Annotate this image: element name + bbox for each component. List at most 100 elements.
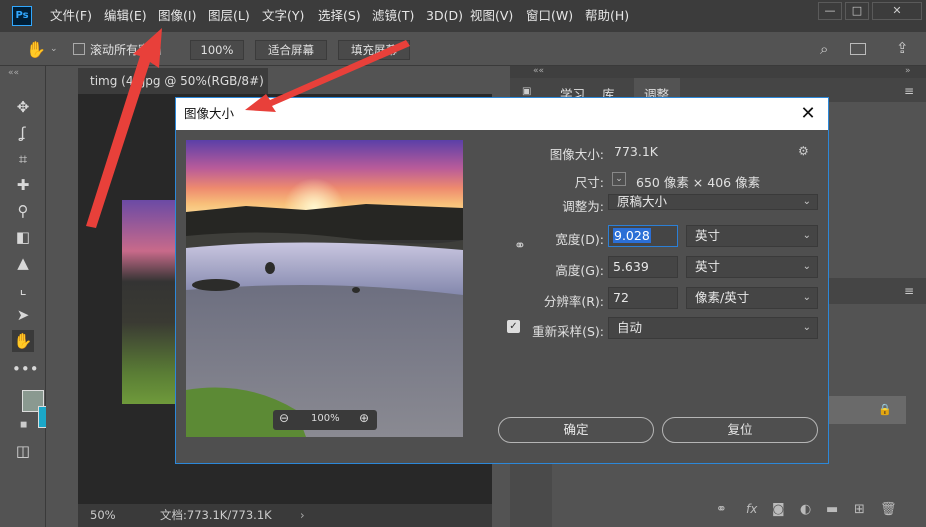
share-icon[interactable]: ⇪ (896, 39, 909, 57)
document-tab[interactable]: timg (4).jpg @ 50%(RGB/8#) ✕ (78, 68, 268, 114)
gear-icon[interactable]: ⚙ (798, 144, 809, 158)
menu-type[interactable]: 文字(Y) (262, 0, 304, 32)
quick-mask-icon[interactable]: ◫ (12, 440, 34, 462)
width-unit: 英寸 (695, 228, 721, 243)
doc-info: 文档:773.1K/773.1K (160, 508, 272, 522)
hand-tool-icon[interactable]: ✋ (12, 330, 34, 352)
menu-3d[interactable]: 3D(D) (426, 0, 463, 32)
image-preview[interactable] (186, 140, 463, 437)
collapse-icon[interactable]: «« (533, 66, 544, 76)
preview-zoom-value: 100% (311, 413, 340, 424)
resample-label: 重新采样(S): (532, 324, 604, 339)
collapse-icon[interactable]: «« (8, 68, 19, 78)
width-input[interactable]: 9.028 (608, 225, 678, 247)
dimensions-label: 尺寸: (574, 175, 604, 190)
healing-tool-icon[interactable]: ✚ (12, 174, 34, 196)
menu-view[interactable]: 视图(V) (470, 0, 513, 32)
panel-header-strip (510, 66, 926, 78)
menu-help[interactable]: 帮助(H) (585, 0, 629, 32)
adjustment-layer-icon[interactable]: ◐ (800, 502, 811, 517)
minimize-icon[interactable]: — (818, 2, 842, 20)
search-icon[interactable]: ⌕ (820, 40, 828, 58)
lasso-tool-icon[interactable]: ʆ (12, 122, 34, 144)
document-tab-title: timg (4).jpg @ 50%(RGB/8#) (90, 74, 264, 88)
pen-tool-icon[interactable]: ⌞ (12, 278, 34, 300)
chevron-down-icon: ⌄ (802, 196, 811, 207)
resample-select[interactable]: 自动 ⌄ (608, 317, 818, 339)
fit-screen-button[interactable]: 适合屏幕 (255, 40, 327, 60)
mask-icon[interactable]: ◙ (772, 502, 785, 517)
blur-tool-icon[interactable]: ▲ (12, 252, 34, 274)
maximize-icon[interactable]: □ (845, 2, 869, 20)
reset-button[interactable]: 复位 (662, 417, 818, 443)
panel-icon[interactable]: ▣ (522, 86, 531, 97)
width-unit-select[interactable]: 英寸 ⌄ (686, 225, 818, 247)
photoshop-logo-icon: Ps (12, 6, 32, 26)
menu-layer[interactable]: 图层(L) (208, 0, 250, 32)
preview-zoom-bar: ⊖ 100% ⊕ (273, 410, 377, 430)
fit-to-value: 原稿大小 (617, 194, 668, 209)
menu-filter[interactable]: 滤镜(T) (372, 0, 414, 32)
chevron-down-icon: ⌄ (802, 261, 811, 272)
zoom-100-button[interactable]: 100% (190, 40, 244, 60)
expand-icon[interactable]: » (905, 66, 911, 76)
menu-edit[interactable]: 编辑(E) (104, 0, 147, 32)
preview-image (186, 140, 463, 437)
image-size-value: 773.1K (614, 144, 658, 159)
folder-icon[interactable]: ▬ (826, 502, 838, 517)
trash-icon[interactable]: 🗑 (880, 502, 897, 517)
default-colors-icon[interactable]: ◼ (20, 420, 27, 430)
resolution-unit: 像素/英寸 (695, 290, 750, 305)
stamp-tool-icon[interactable]: ⚲ (12, 200, 34, 222)
resolution-input[interactable]: 72 (608, 287, 678, 309)
height-unit-select[interactable]: 英寸 ⌄ (686, 256, 818, 278)
panel-menu-icon[interactable]: ≡ (904, 284, 914, 298)
menu-file[interactable]: 文件(F) (50, 0, 92, 32)
resample-value: 自动 (617, 320, 643, 335)
chevron-down-icon: ⌄ (802, 322, 811, 333)
path-select-tool-icon[interactable]: ➤ (12, 304, 34, 326)
fill-screen-button[interactable]: 填充屏幕 (338, 40, 410, 60)
document-image (122, 200, 176, 404)
resolution-unit-select[interactable]: 像素/英寸 ⌄ (686, 287, 818, 309)
dimensions-dropdown-icon[interactable]: ⌄ (612, 172, 626, 186)
chevron-down-icon: ⌄ (802, 292, 811, 303)
hand-tool-icon[interactable]: ✋ (26, 40, 46, 59)
height-input[interactable]: 5.639 (608, 256, 678, 278)
fit-to-label: 调整为: (562, 199, 604, 214)
zoom-in-icon[interactable]: ⊕ (359, 411, 369, 425)
fit-to-select[interactable]: 原稿大小 ⌄ (608, 194, 818, 210)
menu-image[interactable]: 图像(I) (158, 0, 196, 32)
chevron-down-icon: ⌄ (802, 230, 811, 241)
close-window-icon[interactable]: ✕ (872, 2, 922, 20)
link-layers-icon[interactable]: ⚭ (716, 502, 727, 517)
fx-icon[interactable]: fx (746, 502, 757, 516)
zoom-out-icon[interactable]: ⊖ (279, 411, 289, 425)
move-tool-icon[interactable]: ✥ (12, 96, 34, 118)
dimensions-value: 650 像素 × 406 像素 (636, 175, 761, 190)
ok-button[interactable]: 确定 (498, 417, 654, 443)
width-value: 9.028 (613, 228, 651, 243)
width-label: 宽度(D): (555, 232, 604, 247)
eraser-tool-icon[interactable]: ◧ (12, 226, 34, 248)
chevron-right-icon[interactable]: › (300, 504, 305, 527)
menu-window[interactable]: 窗口(W) (526, 0, 573, 32)
new-layer-icon[interactable]: ⊞ (854, 502, 865, 517)
crop-tool-icon[interactable]: ⌗ (12, 148, 34, 170)
image-size-dialog: 图像大小 ✕ ⊖ 100% ⊕ 图像大小: 773.1K ⚙ 尺寸: ⌄ 650… (175, 97, 829, 464)
dialog-title: 图像大小 (176, 98, 828, 130)
zoom-level[interactable]: 50% (90, 504, 116, 527)
scroll-all-label: 滚动所有窗口 (90, 43, 163, 57)
scroll-all-checkbox[interactable] (73, 43, 85, 55)
chevron-down-icon[interactable]: ⌄ (50, 44, 58, 54)
close-icon[interactable]: ✕ (796, 102, 820, 126)
image-size-label: 图像大小: (549, 147, 604, 162)
lock-icon: 🔒 (878, 403, 892, 416)
more-tools-icon[interactable]: ••• (12, 358, 39, 380)
menu-select[interactable]: 选择(S) (318, 0, 361, 32)
resolution-label: 分辨率(R): (543, 294, 604, 309)
height-unit: 英寸 (695, 259, 721, 274)
panel-menu-icon[interactable]: ≡ (904, 84, 914, 98)
height-label: 高度(G): (555, 263, 604, 278)
workspace-icon[interactable] (850, 43, 866, 55)
